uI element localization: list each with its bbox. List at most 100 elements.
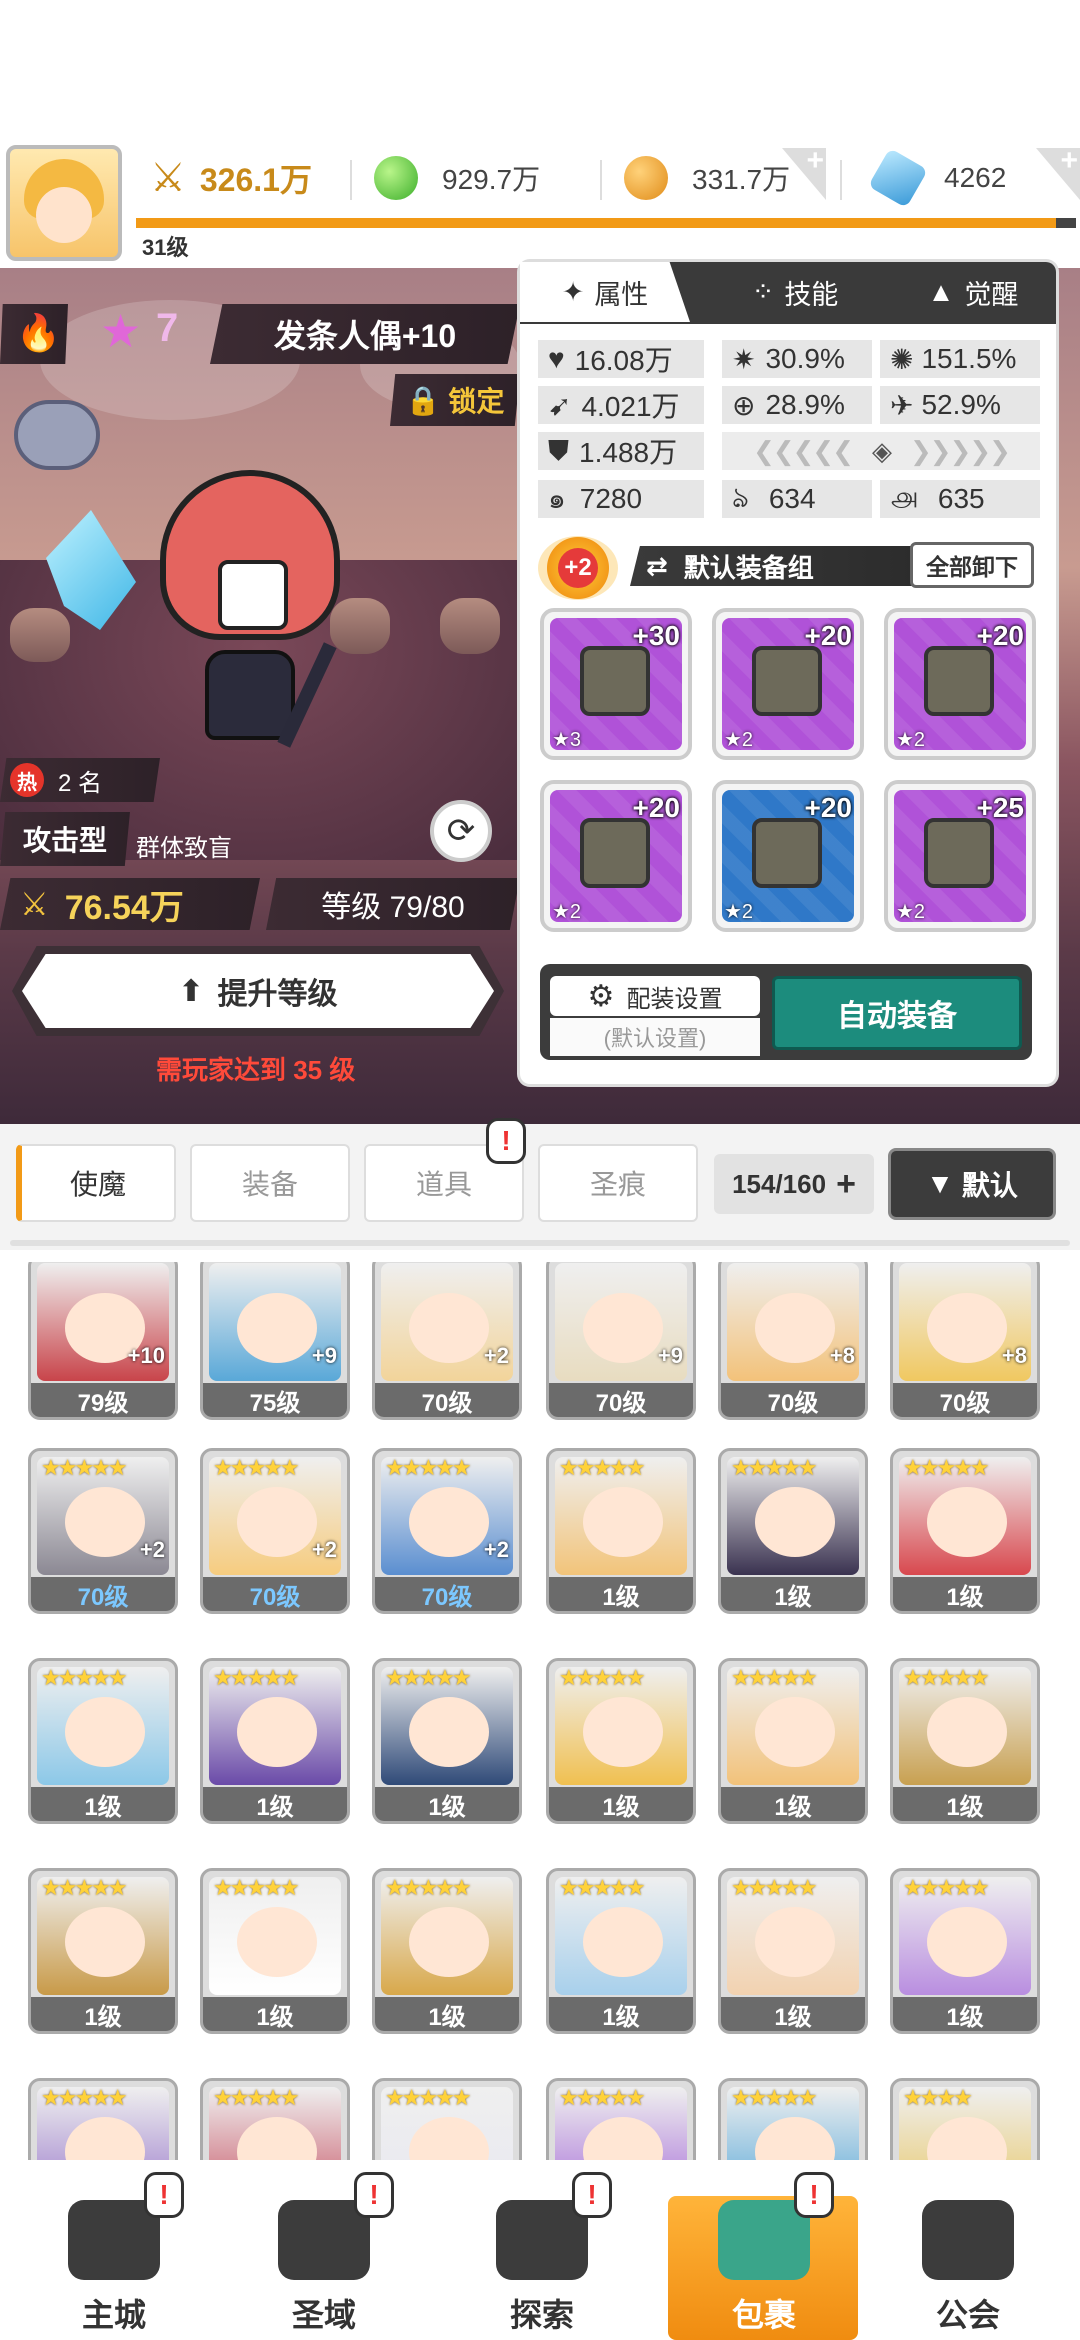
- player-avatar[interactable]: [6, 145, 122, 261]
- skills-icon: ⁘: [751, 276, 775, 307]
- green-currency: 929.7万: [374, 150, 574, 206]
- equipment-stars: ★2: [896, 901, 926, 923]
- rarity-stars: ★★★★★: [41, 1665, 128, 1690]
- nav-guild[interactable]: 公会: [888, 2186, 1048, 2336]
- familiar-card[interactable]: ★★★★★ +2 70级: [200, 1448, 350, 1614]
- unequip-all-button[interactable]: 全部卸下: [910, 542, 1034, 588]
- tab-awaken[interactable]: ▲ 觉醒: [890, 262, 1056, 322]
- familiar-face: [927, 1907, 1007, 1977]
- nav-alert-badge: !: [572, 2172, 612, 2218]
- equipment-slot-belt[interactable]: +20 ★2: [540, 780, 692, 932]
- familiar-level: 70级: [375, 1577, 519, 1611]
- set-name: 默认装备组: [683, 552, 814, 583]
- familiar-level: 75级: [203, 1383, 347, 1417]
- penetration-icon: ঌ: [732, 481, 749, 513]
- belt-icon: [580, 818, 650, 888]
- tab-stigmata[interactable]: 圣痕: [538, 1144, 698, 1222]
- rarity-stars: ★★★★★: [385, 1665, 472, 1690]
- equipment-slot-armor[interactable]: +20 ★2: [884, 608, 1036, 760]
- config-settings-button[interactable]: ⚙ 配装设置: [550, 976, 760, 1016]
- familiar-card[interactable]: ★★★★★ 1级: [200, 1658, 350, 1824]
- familiar-card[interactable]: ★★★★★ 1级: [718, 1868, 868, 2034]
- rotate-view-button[interactable]: ⟳: [430, 800, 492, 862]
- familiar-card[interactable]: ★★★★★: [718, 2078, 868, 2162]
- auto-equip-button[interactable]: 自动装备: [772, 976, 1022, 1050]
- familiar-card[interactable]: ★★★★★ 1级: [28, 1868, 178, 2034]
- rarity-stars: ★★★★★: [731, 2085, 818, 2110]
- familiar-card[interactable]: +9 75级: [200, 1262, 350, 1420]
- nav-label: 公会: [935, 2297, 1000, 2333]
- familiar-level: 70级: [31, 1577, 175, 1611]
- rarity-stars: ★★★★★: [731, 1455, 818, 1480]
- familiar-level: 1级: [721, 1997, 865, 2031]
- familiar-card[interactable]: ★★★★★: [546, 2078, 696, 2162]
- familiar-card[interactable]: ★★★★★ 1级: [372, 1658, 522, 1824]
- familiar-card[interactable]: ★★★★★ 1级: [546, 1658, 696, 1824]
- upgrade-level-button[interactable]: ⬆ 提升等级: [22, 954, 494, 1028]
- familiar-card[interactable]: ★★★★★ 1级: [718, 1448, 868, 1614]
- nav-label: 圣域: [291, 2297, 356, 2333]
- familiar-card[interactable]: ★★★★★ 1级: [890, 1868, 1040, 2034]
- crit-icon: ✷: [732, 343, 756, 375]
- familiar-card[interactable]: ★★★★★ 1级: [372, 1868, 522, 2034]
- divider: [840, 160, 842, 200]
- hidden-stat-bar[interactable]: ❮❮❮❮❮ ◈ ❯❯❯❯❯: [722, 432, 1040, 470]
- capacity-counter[interactable]: 154/160 +: [714, 1154, 874, 1214]
- familiar-level: 1级: [203, 1787, 347, 1821]
- sort-dropdown[interactable]: ▼ 默认: [888, 1148, 1056, 1220]
- familiar-card[interactable]: ★★★★★ 1级: [200, 1868, 350, 2034]
- familiar-card[interactable]: ★★★★★: [372, 2078, 522, 2162]
- familiar-card[interactable]: +2 70级: [372, 1262, 522, 1420]
- familiar-face: [583, 1907, 663, 1977]
- awaken-level: +8: [1001, 1343, 1027, 1368]
- lock-button[interactable]: 🔒 锁定: [390, 374, 520, 426]
- familiar-card[interactable]: ★★★★★ 1级: [546, 1868, 696, 2034]
- equipment-slot-sword[interactable]: +30 ★3: [540, 608, 692, 760]
- set-level-badge: +2: [538, 536, 618, 600]
- rock-decoration: [440, 598, 500, 654]
- rarity-stars: ★★★★★: [559, 2085, 646, 2110]
- familiar-card[interactable]: +10 79级: [28, 1262, 178, 1420]
- familiar-level: 1级: [31, 1787, 175, 1821]
- locked-skin-icon[interactable]: [14, 400, 100, 470]
- swap-icon: ⇄: [646, 550, 668, 581]
- plus-icon: +: [836, 1164, 856, 1203]
- familiar-card[interactable]: ★★★★★ 1级: [890, 1658, 1040, 1824]
- hero-level-value: 等级 79/80: [321, 891, 465, 924]
- gold-coin-icon: [624, 156, 668, 200]
- familiar-card[interactable]: ★★★★★ 1级: [718, 1658, 868, 1824]
- familiar-level: 70级: [375, 1383, 519, 1417]
- tab-equipment[interactable]: 装备: [190, 1144, 350, 1222]
- familiar-card[interactable]: ★★★★★ +2 70级: [372, 1448, 522, 1614]
- familiar-card[interactable]: ★★★★★: [28, 2078, 178, 2162]
- rarity-stars: ★★★★★: [385, 1875, 472, 1900]
- familiar-card[interactable]: ★★★★★ 1级: [28, 1658, 178, 1824]
- nav-label: 探索: [509, 2297, 574, 2333]
- familiar-card[interactable]: +9 70级: [546, 1262, 696, 1420]
- boots-icon: [924, 818, 994, 888]
- familiar-card[interactable]: +8 70级: [890, 1262, 1040, 1420]
- familiar-card[interactable]: ★★★★★: [200, 2078, 350, 2162]
- familiar-card[interactable]: +8 70级: [718, 1262, 868, 1420]
- familiar-card[interactable]: ★★★★★ 1级: [890, 1448, 1040, 1614]
- gear-icon: ⚙: [587, 979, 615, 1013]
- awaken-level: +10: [127, 1343, 165, 1368]
- familiar-card[interactable]: ★★★★: [890, 2078, 1040, 2162]
- tab-attributes[interactable]: ✦ 属性: [520, 262, 690, 322]
- equipment-level: +20: [976, 620, 1025, 651]
- hero-power: ⚔ 76.54万: [0, 878, 260, 930]
- familiar-card[interactable]: ★★★★★ 1级: [546, 1448, 696, 1614]
- nav-alert-badge: !: [144, 2172, 184, 2218]
- familiar-card[interactable]: ★★★★★ +2 70级: [28, 1448, 178, 1614]
- hot-badge: 热: [10, 763, 44, 797]
- equipment-slot-necklace[interactable]: +20 ★2: [712, 780, 864, 932]
- tab-skills[interactable]: ⁘ 技能: [710, 262, 880, 322]
- tab-familiars[interactable]: 使魔: [16, 1144, 176, 1222]
- familiar-list[interactable]: +10 79级 +9 75级 +2 70级 +9 70级 +8 70级 +8 70级 ★★★★★ +2 70…: [0, 1262, 1080, 2162]
- familiar-face: [237, 1907, 317, 1977]
- equipment-stars: ★3: [552, 729, 582, 751]
- divider: [600, 160, 602, 200]
- equipment-slot-boots[interactable]: +25 ★2: [884, 780, 1036, 932]
- familiar-face: [927, 1697, 1007, 1767]
- equipment-slot-helmet[interactable]: +20 ★2: [712, 608, 864, 760]
